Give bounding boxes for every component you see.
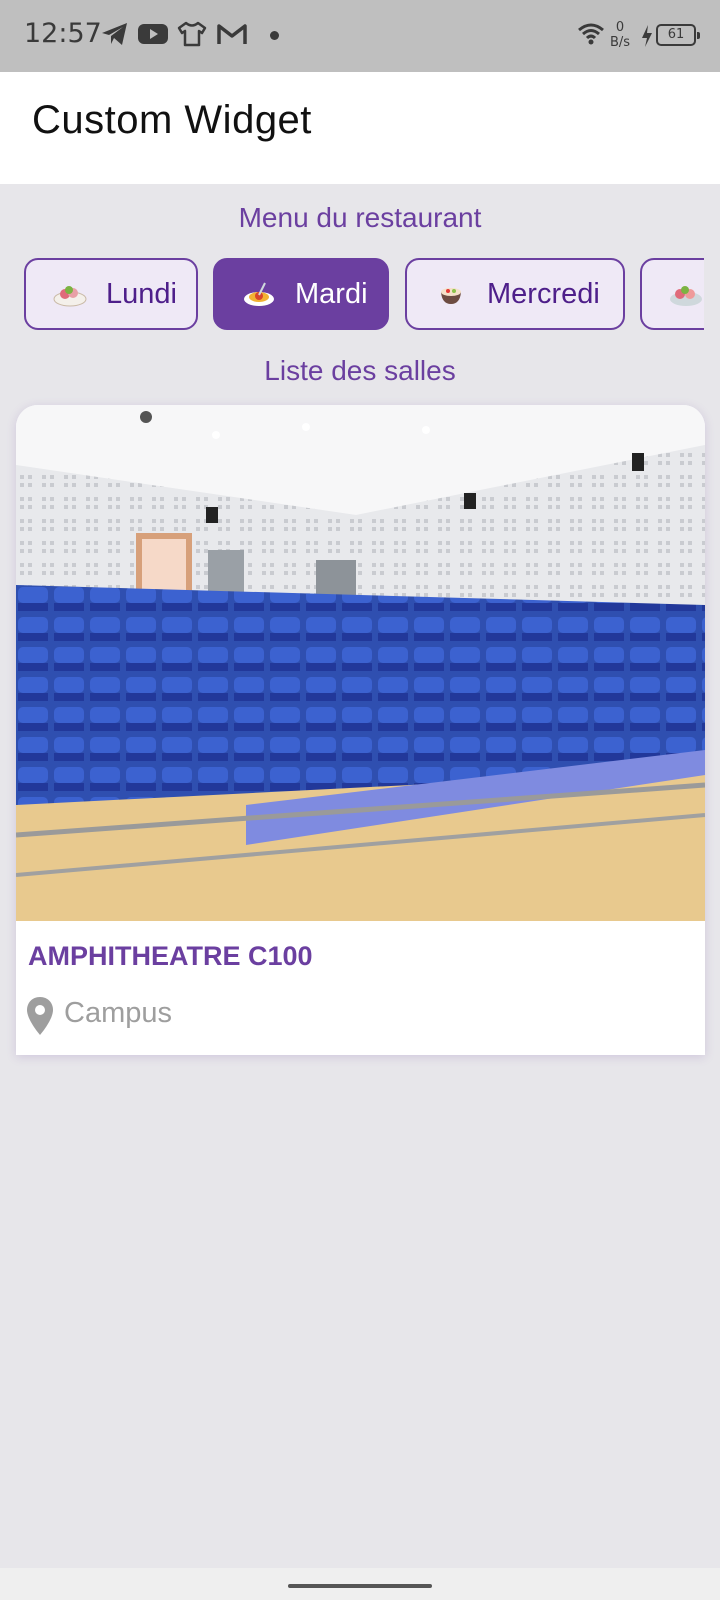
chip-label: Lundi bbox=[106, 277, 177, 310]
chip-next-day[interactable] bbox=[640, 258, 704, 330]
salad-plate-icon bbox=[53, 286, 87, 307]
room-card[interactable]: AMPHITHEATRE C100 Campus bbox=[16, 405, 705, 1055]
youtube-icon bbox=[138, 24, 168, 44]
chip-mardi[interactable]: Mardi bbox=[213, 258, 389, 330]
room-location: Campus bbox=[64, 997, 172, 1029]
chip-label: Mardi bbox=[295, 277, 368, 310]
page-title: Custom Widget bbox=[32, 98, 312, 142]
gmail-icon bbox=[217, 24, 247, 44]
location-pin-icon bbox=[27, 997, 53, 1035]
system-nav-bar bbox=[0, 1568, 720, 1600]
amphitheater-photo bbox=[16, 405, 705, 921]
menu-section-title: Menu du restaurant bbox=[238, 202, 482, 233]
bowl-icon bbox=[441, 288, 461, 304]
dot-icon bbox=[270, 31, 279, 40]
app-bar: Custom Widget bbox=[0, 72, 720, 184]
net-speed-value: 0 bbox=[615, 20, 625, 35]
home-indicator[interactable] bbox=[288, 1584, 432, 1588]
battery-icon: 61 bbox=[656, 24, 700, 46]
net-speed: 0 B/s bbox=[610, 20, 630, 50]
food-plate-icon bbox=[670, 286, 702, 306]
wifi-icon bbox=[578, 23, 604, 45]
spaghetti-icon bbox=[244, 282, 274, 306]
status-bar: 12:57 0 B/s 61 bbox=[0, 0, 720, 72]
chip-lundi[interactable]: Lundi bbox=[24, 258, 198, 330]
day-chip-list[interactable]: Lundi Mardi Mercredi bbox=[24, 258, 704, 330]
chip-mercredi[interactable]: Mercredi bbox=[405, 258, 625, 330]
charging-icon bbox=[642, 25, 652, 47]
chip-label: Mercredi bbox=[487, 277, 600, 310]
status-time: 12:57 bbox=[24, 18, 102, 49]
room-name: AMPHITHEATRE C100 bbox=[28, 941, 313, 971]
telegram-icon bbox=[102, 23, 127, 45]
net-speed-unit: B/s bbox=[610, 35, 631, 50]
rooms-section-title: Liste des salles bbox=[264, 355, 456, 386]
shirt-icon bbox=[177, 21, 207, 47]
